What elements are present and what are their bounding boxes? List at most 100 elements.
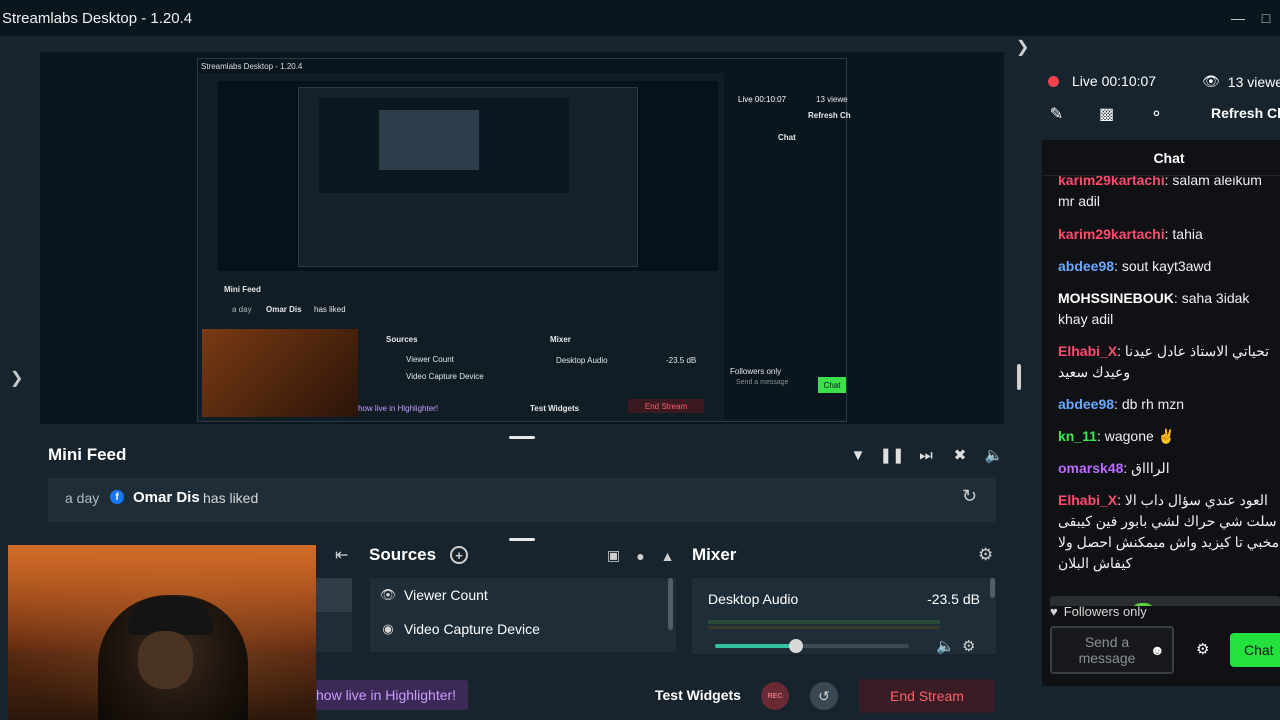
audio-meter-peak xyxy=(708,626,940,629)
nested-preview-image: Streamlabs Desktop - 1.20.4 Live 00:10:0… xyxy=(197,58,851,422)
viewer-count-text: 13 viewe xyxy=(1227,73,1280,90)
sources-scrollbar[interactable] xyxy=(668,578,673,630)
chat-message: abdee98: sout kayt3awd xyxy=(1058,258,1212,274)
replay-icon[interactable]: ↺ xyxy=(810,682,838,710)
nested-mini-feed: Mini Feed xyxy=(224,285,261,294)
nested-send: Send a message xyxy=(736,379,789,386)
nested-source2: Video Capture Device xyxy=(406,372,484,381)
studio-mode-icon[interactable]: ▣ xyxy=(604,546,623,565)
mixer-channel-level: -23.5 dB xyxy=(927,591,980,607)
nested-title: Streamlabs Desktop - 1.20.4 xyxy=(201,62,303,71)
mini-feed-controls: ▼ ❚❚ ⏭ ✖ 🔈 xyxy=(848,445,1004,465)
chat-text: sout kayt3awd xyxy=(1121,258,1212,274)
nested-display xyxy=(218,81,718,271)
chat-panel: Chat karim29kartachi: salam aleikum mr a… xyxy=(1042,140,1280,686)
heart-icon: ♥ xyxy=(1050,604,1058,619)
chat-title: Chat xyxy=(1042,140,1280,176)
nested-deep-display xyxy=(319,98,569,193)
feed-action: has liked xyxy=(203,490,259,506)
channel-gear-icon[interactable]: ⚙ xyxy=(962,637,975,655)
volume-slider[interactable] xyxy=(715,639,909,653)
mixer-channel-name: Desktop Audio xyxy=(708,591,799,607)
source-item[interactable]: ◉ Video Capture Device xyxy=(380,621,540,637)
chat-username[interactable]: Elhabi_X xyxy=(1058,492,1117,508)
preview-resize-handle[interactable] xyxy=(509,436,535,439)
volume-icon[interactable]: 🔈 xyxy=(984,445,1004,465)
nested-feed-time: a day xyxy=(232,305,252,314)
feed-time: a day xyxy=(65,490,100,506)
chat-text: الراااق xyxy=(1131,460,1170,476)
test-widgets-button[interactable]: Test Widgets xyxy=(655,687,741,703)
rec-button[interactable]: REC xyxy=(761,682,789,710)
chat-username[interactable]: karim29kartachi xyxy=(1058,226,1165,242)
folder-icon[interactable]: ▲ xyxy=(658,546,677,565)
mini-feed-title: Mini Feed xyxy=(48,445,127,464)
panel-resize-handle[interactable] xyxy=(1017,364,1021,390)
mixer-gear-icon[interactable]: ⚙ xyxy=(978,545,993,565)
volume-knob[interactable] xyxy=(789,639,804,653)
chat-message: kn_11: wagone ✌ xyxy=(1058,428,1176,444)
volume-fill xyxy=(715,644,797,648)
chat-username[interactable]: abdee98 xyxy=(1058,396,1114,412)
nested-chat-button: Chat xyxy=(818,377,846,393)
edit-icon[interactable]: ✎ xyxy=(1047,104,1066,123)
window-title: Streamlabs Desktop - 1.20.4 xyxy=(2,10,193,27)
feed-resize-handle[interactable] xyxy=(509,538,535,541)
speaker-icon[interactable]: 🔈 xyxy=(936,637,955,655)
mic-icon[interactable]: ● xyxy=(631,546,650,565)
repeat-alert-icon[interactable]: ↻ xyxy=(962,486,977,507)
mixer-scrollbar[interactable] xyxy=(990,578,995,598)
chat-username[interactable]: MOHSSINEBOUK xyxy=(1058,290,1174,306)
add-source-icon[interactable]: + xyxy=(450,546,468,564)
nested-source1: Viewer Count xyxy=(406,355,454,364)
source-item[interactable]: 👁 Viewer Count xyxy=(380,587,488,603)
share-icon[interactable]: ⚬ xyxy=(1147,104,1166,123)
scene-item-selected[interactable] xyxy=(316,578,352,612)
chat-username[interactable]: omarsk48 xyxy=(1058,460,1123,476)
chat-username[interactable]: karim29kartachi xyxy=(1058,176,1165,188)
nested-webcam xyxy=(202,329,358,417)
sources-list: 👁 Viewer Count ◉ Video Capture Device xyxy=(370,578,676,652)
collapse-right-arrow-icon[interactable]: ❯ xyxy=(1016,37,1029,57)
chat-input[interactable]: Send a message ☻ xyxy=(1050,626,1174,674)
nested-inner-display xyxy=(298,87,638,267)
followers-only-text: Followers only xyxy=(1063,604,1147,619)
maximize-button[interactable]: □ xyxy=(1256,8,1276,28)
title-bar: Streamlabs Desktop - 1.20.4 — □ xyxy=(0,0,1280,36)
nested-refresh: Refresh Ch xyxy=(808,111,851,120)
nested-chat: Live 00:10:07 13 viewe Refresh Ch Chat F… xyxy=(724,73,851,419)
nested-highlighter: how live in Highlighter! xyxy=(358,404,439,413)
filter-icon[interactable]: ▼ xyxy=(848,445,868,465)
nested-deepest-display xyxy=(379,110,479,170)
chat-username[interactable]: kn_11 xyxy=(1058,428,1097,444)
expand-left-arrow-icon[interactable]: ❯ xyxy=(10,368,23,388)
chat-username[interactable]: Elhabi_X xyxy=(1058,343,1117,359)
webcam-icon: ◉ xyxy=(382,621,394,636)
webcam-face xyxy=(138,631,193,689)
minimize-button[interactable]: — xyxy=(1228,8,1248,28)
webcam-cap xyxy=(128,597,213,635)
audio-meter xyxy=(708,620,940,624)
highlighter-banner[interactable]: how live in Highlighter! xyxy=(316,680,468,710)
chat-text: tahia xyxy=(1172,226,1203,242)
dashboard-icon[interactable]: ▩ xyxy=(1097,104,1116,123)
chat-username[interactable]: abdee98 xyxy=(1058,258,1114,274)
nested-desktop-audio: Desktop Audio xyxy=(556,356,608,365)
pause-icon[interactable]: ❚❚ xyxy=(879,445,904,465)
source-label: Video Capture Device xyxy=(404,621,540,637)
chat-send-button[interactable]: Chat xyxy=(1230,633,1280,667)
viewer-count: 👁 13 viewe xyxy=(1202,73,1280,90)
end-stream-button[interactable]: End Stream xyxy=(859,679,995,713)
eye-icon[interactable]: 👁 xyxy=(380,587,397,603)
chat-input-placeholder: Send a message xyxy=(1078,634,1136,666)
emoji-icon[interactable]: ☻ xyxy=(1150,642,1165,658)
refresh-chat-button[interactable]: Refresh Ch xyxy=(1211,105,1280,121)
skip-icon[interactable]: ⏭ xyxy=(916,445,936,465)
mute-alerts-icon[interactable]: ✖ xyxy=(950,445,970,465)
chat-settings-icon[interactable]: ⚙ xyxy=(1196,640,1209,658)
chat-text: db rh mzn xyxy=(1121,396,1185,412)
collapse-icon[interactable]: ⇤ xyxy=(335,545,348,565)
nested-live: Live 00:10:07 xyxy=(738,95,787,104)
feed-user-name: Omar Dis xyxy=(133,489,200,506)
chat-message: karim29kartachi: tahia xyxy=(1058,226,1203,242)
